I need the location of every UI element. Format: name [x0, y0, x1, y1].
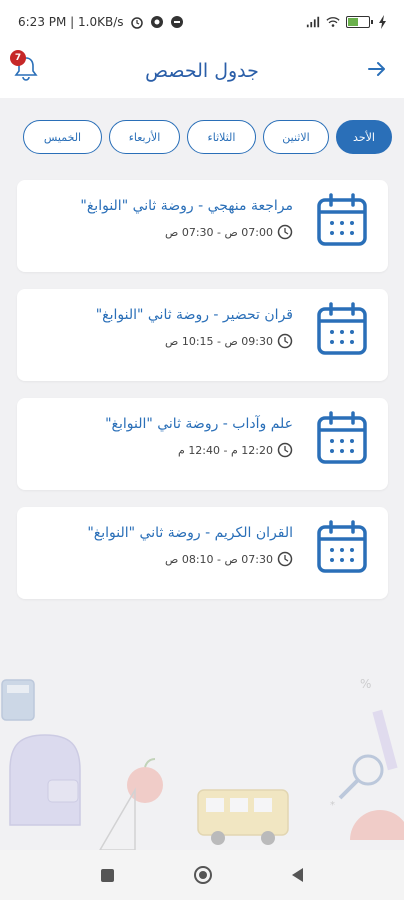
lesson-card[interactable]: مراجعة منهجي - روضة ثاني "النوابغ" 07:00…: [17, 180, 388, 272]
calendar-icon: [317, 302, 367, 355]
lesson-time: 07:00 ص - 07:30 ص: [165, 224, 293, 240]
lesson-time: 09:30 ص - 10:15 ص: [165, 333, 293, 349]
lesson-time-text: 07:00 ص - 07:30 ص: [165, 225, 273, 239]
lesson-time-text: 07:30 ص - 08:10 ص: [165, 552, 273, 566]
status-right: [306, 15, 390, 29]
svg-text:*: *: [330, 800, 335, 811]
lesson-card[interactable]: علم وآداب - روضة ثاني "النوابغ" 12:20 م …: [17, 398, 388, 490]
system-back-button[interactable]: [292, 868, 303, 882]
page-title: جدول الحصص: [145, 60, 259, 82]
calendar-icon: [317, 193, 367, 246]
lesson-card[interactable]: القران الكريم - روضة ثاني "النوابغ" 07:3…: [17, 507, 388, 599]
calendar-icon: [317, 520, 367, 573]
clock-icon: [277, 333, 293, 349]
tab-tuesday[interactable]: الثلاثاء: [187, 120, 256, 154]
day-tabs: الأحد الاثنين الثلاثاء الأربعاء الخميس: [14, 120, 392, 156]
lesson-title: علم وآداب - روضة ثاني "النوابغ": [105, 416, 293, 432]
lesson-time: 12:20 م - 12:40 م: [178, 442, 293, 458]
app-header: 7 جدول الحصص: [0, 44, 404, 98]
school-doodles-decoration: % *: [1, 677, 404, 850]
tab-monday[interactable]: الاثنين: [263, 120, 329, 154]
lesson-title: مراجعة منهجي - روضة ثاني "النوابغ": [80, 198, 293, 214]
back-button[interactable]: [364, 56, 390, 82]
lesson-title: قران تحضير - روضة ثاني "النوابغ": [95, 307, 293, 323]
tab-wednesday[interactable]: الأربعاء: [109, 120, 180, 154]
clock-icon: [277, 442, 293, 458]
lesson-title: القران الكريم - روضة ثاني "النوابغ": [87, 525, 293, 541]
recent-apps-button[interactable]: [101, 868, 114, 882]
tab-sunday[interactable]: الأحد: [336, 120, 392, 154]
clock-icon: [277, 551, 293, 567]
lesson-time-text: 09:30 ص - 10:15 ص: [165, 334, 273, 348]
wifi-icon: [326, 17, 340, 27]
lesson-card[interactable]: قران تحضير - روضة ثاني "النوابغ" 09:30 ص…: [17, 289, 388, 381]
clock-icon: [277, 224, 293, 240]
notification-badge: 7: [10, 50, 26, 66]
app-icon-1: [150, 16, 163, 28]
charging-icon: [379, 15, 386, 29]
lesson-time: 07:30 ص - 08:10 ص: [165, 551, 293, 567]
status-bar: 6:23 PM | 1.0KB/s: [0, 0, 404, 44]
app-icon-2: [170, 16, 183, 28]
status-left: 6:23 PM | 1.0KB/s: [18, 15, 184, 29]
alarm-icon: [130, 17, 143, 29]
battery-icon: [346, 16, 373, 28]
notifications-button[interactable]: 7: [10, 50, 42, 84]
svg-text:%: %: [360, 677, 371, 691]
calendar-icon: [317, 411, 367, 464]
lesson-time-text: 12:20 م - 12:40 م: [178, 443, 273, 457]
tab-thursday[interactable]: الخميس: [23, 120, 102, 154]
system-nav-bar: [0, 850, 404, 900]
signal-icon: [306, 16, 320, 28]
status-time: 6:23 PM | 1.0KB/s: [18, 15, 124, 29]
arrow-right-icon: [368, 62, 385, 76]
lesson-list: مراجعة منهجي - روضة ثاني "النوابغ" 07:00…: [17, 180, 388, 616]
home-button[interactable]: [194, 866, 212, 884]
